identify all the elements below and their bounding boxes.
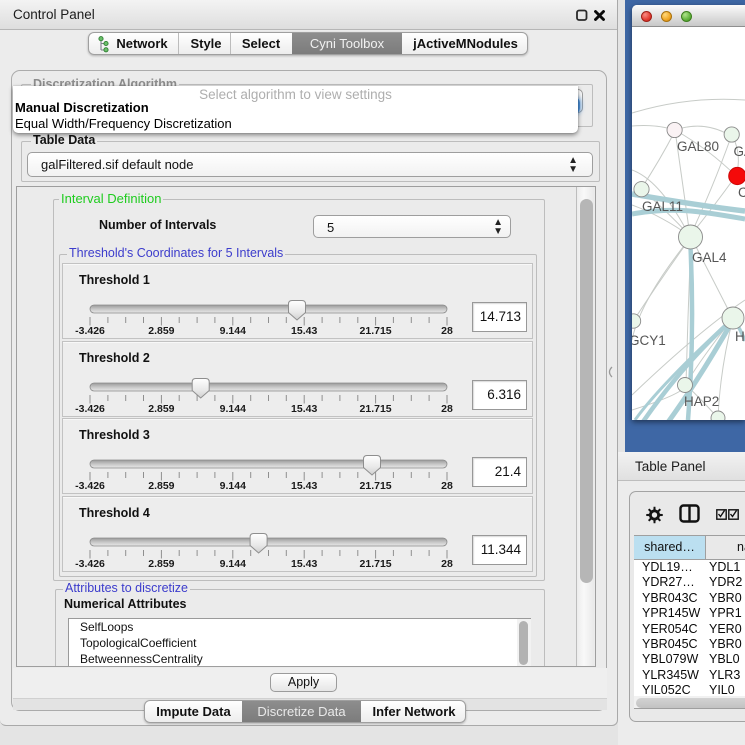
svg-text:GAL80: GAL80 — [677, 139, 719, 154]
svg-text:GA: GA — [734, 144, 745, 159]
svg-text:GAL4: GAL4 — [692, 250, 727, 265]
svg-text:C: C — [738, 185, 745, 200]
svg-text:HAP2: HAP2 — [684, 394, 719, 409]
svg-text:H: H — [735, 329, 745, 344]
svg-text:GAL11: GAL11 — [642, 199, 683, 214]
svg-text:GCY1: GCY1 — [632, 333, 666, 348]
